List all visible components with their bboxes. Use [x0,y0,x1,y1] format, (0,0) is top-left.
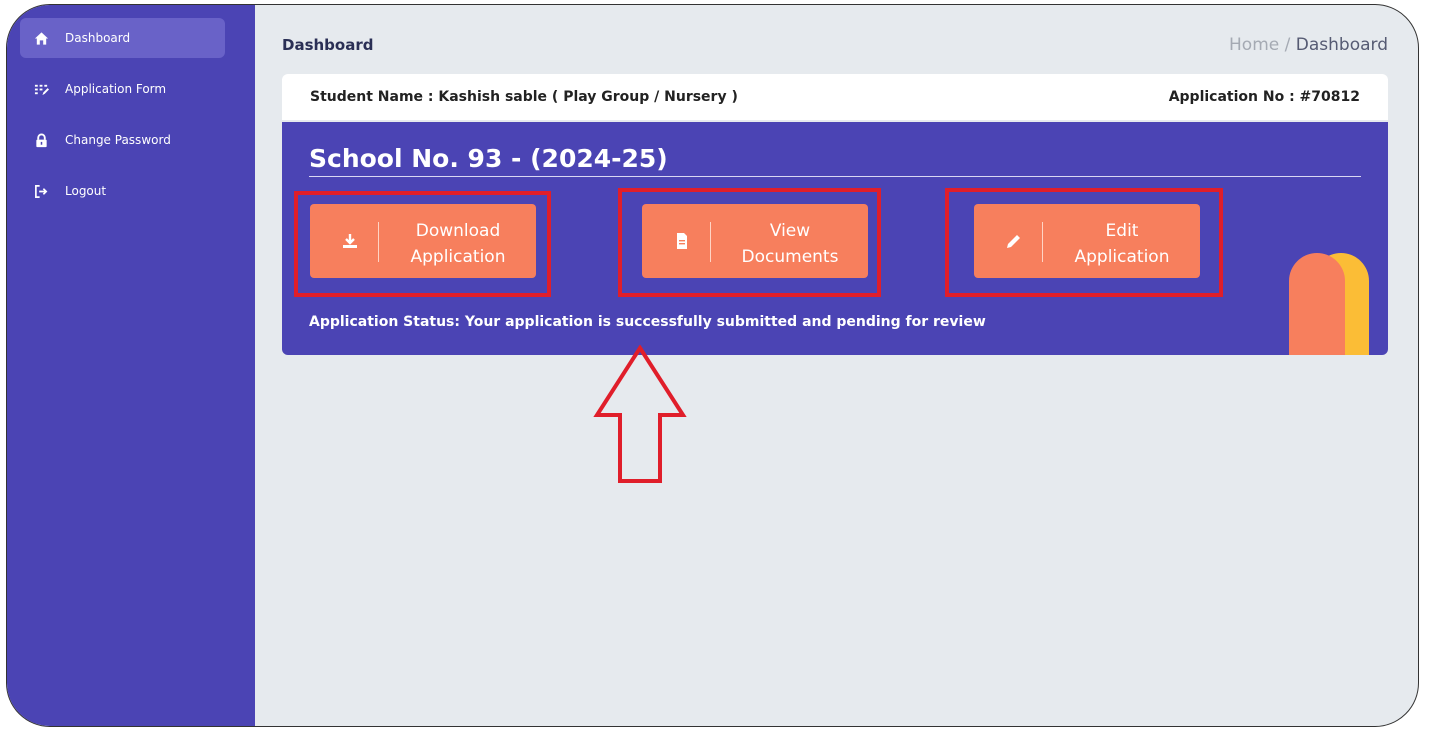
form-icon [33,81,49,97]
title-divider [309,176,1361,177]
school-title: School No. 93 - (2024-25) [309,144,668,173]
sidebar-item-label: Logout [65,184,107,198]
highlight-box-download [294,191,551,297]
sidebar-item-change-password[interactable]: Change Password [20,120,225,160]
sidebar-item-application-form[interactable]: Application Form [20,69,225,109]
highlight-box-edit [945,188,1223,297]
sidebar-item-label: Dashboard [65,31,131,45]
app-window: Dashboard Application Form Change Passwo… [6,4,1419,727]
application-status: Application Status: Your application is … [309,314,986,330]
page-title: Dashboard [282,36,374,54]
sidebar-item-dashboard[interactable]: Dashboard [20,18,225,58]
breadcrumb-home[interactable]: Home [1229,35,1279,55]
application-number: Application No : #70812 [1168,89,1360,105]
student-name: Student Name : Kashish sable ( Play Grou… [310,89,738,105]
breadcrumb-current: Dashboard [1295,35,1388,55]
sidebar-item-logout[interactable]: Logout [20,171,225,211]
sidebar-item-label: Change Password [65,133,171,147]
up-arrow-annotation [593,345,687,483]
sidebar-item-label: Application Form [65,82,167,96]
lock-icon [33,132,49,148]
student-info-bar: Student Name : Kashish sable ( Play Grou… [282,74,1388,120]
home-icon [33,30,49,46]
application-card: School No. 93 - (2024-25) Download Appli… [282,122,1388,355]
breadcrumb-separator: / [1284,35,1291,55]
breadcrumb: Home / Dashboard [1229,35,1388,55]
highlight-box-view [618,188,881,297]
logout-icon [33,183,49,199]
decorative-shapes [1289,253,1369,355]
sidebar: Dashboard Application Form Change Passwo… [7,5,255,726]
main-content: Dashboard Home / Dashboard Student Name … [255,5,1418,726]
